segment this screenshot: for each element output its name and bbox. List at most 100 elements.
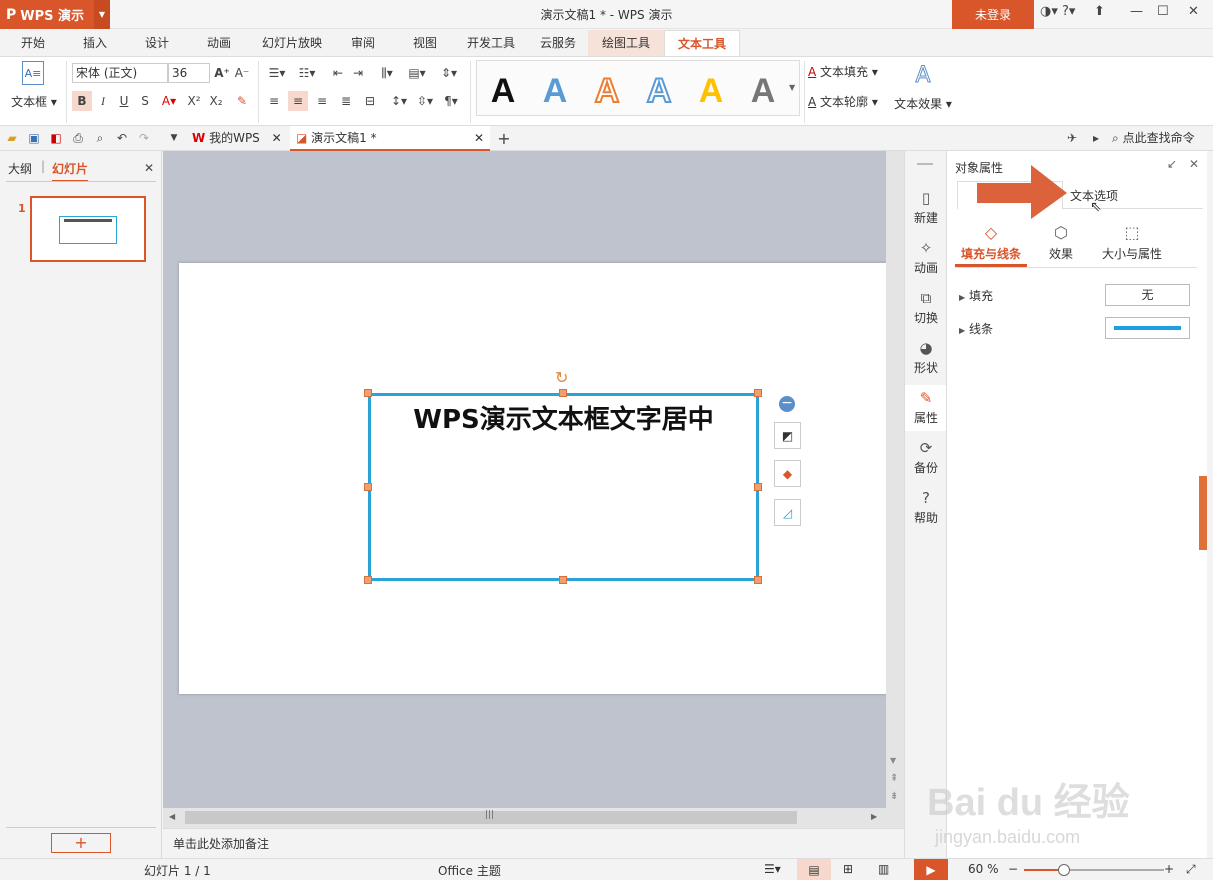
horizontal-scrollbar[interactable]: ◀ ||| ▶ bbox=[163, 808, 886, 828]
resize-handle[interactable] bbox=[559, 576, 567, 584]
help-icon[interactable]: ?▾ bbox=[1062, 4, 1075, 24]
tab-review[interactable]: 审阅 bbox=[338, 30, 388, 56]
grow-font-icon[interactable]: A⁺ bbox=[212, 63, 232, 83]
text-outline-button[interactable]: A 文本轮廓 ▾ bbox=[808, 93, 878, 110]
tab-animation[interactable]: 动画 bbox=[194, 30, 244, 56]
upload-icon[interactable]: ⬆ bbox=[1094, 4, 1105, 24]
style-blue-outline[interactable]: A bbox=[639, 71, 679, 111]
tab-slideshow[interactable]: 幻灯片放映 bbox=[256, 30, 328, 56]
scroll-thumb[interactable]: ||| bbox=[185, 810, 797, 824]
slide-sorter-icon[interactable]: ⊞ bbox=[843, 862, 853, 876]
sidebar-animation[interactable]: ✧ 动画 bbox=[905, 235, 947, 281]
close-icon[interactable]: ✕ bbox=[1188, 4, 1199, 24]
export-pdf-icon[interactable]: ◧ bbox=[46, 128, 66, 148]
line-spacing-icon[interactable]: ↕▾ bbox=[386, 91, 412, 111]
font-size-select[interactable]: 36 bbox=[168, 63, 210, 83]
app-menu-dropdown-icon[interactable]: ▼ bbox=[94, 0, 110, 29]
align-right-icon[interactable]: ≡ bbox=[312, 91, 332, 111]
tab-design[interactable]: 设计 bbox=[132, 30, 182, 56]
vertical-scrollbar[interactable]: ▼ ⇞ ⇟ bbox=[886, 151, 904, 828]
close-tab-icon[interactable]: ✕ bbox=[474, 126, 484, 151]
tab-outline[interactable]: 大纲 bbox=[8, 160, 32, 177]
style-blue[interactable]: A bbox=[535, 71, 575, 111]
style-gray[interactable]: A bbox=[743, 71, 783, 111]
superscript-icon[interactable]: X² bbox=[184, 91, 204, 111]
skin-icon[interactable]: ◑▾ bbox=[1040, 4, 1058, 24]
feedback-icon[interactable]: ▸ bbox=[1086, 128, 1106, 148]
align-center-icon[interactable]: ≡ bbox=[288, 91, 308, 111]
open-icon[interactable]: ▰ bbox=[2, 128, 22, 148]
maximize-icon[interactable]: ☐ bbox=[1157, 4, 1169, 24]
minimize-icon[interactable]: — bbox=[1130, 4, 1143, 24]
subtab-fill-line[interactable]: ◇ 填充与线条 bbox=[959, 223, 1023, 262]
notes-area[interactable]: 单击此处添加备注 bbox=[163, 828, 904, 858]
resize-handle[interactable] bbox=[754, 576, 762, 584]
zoom-in-icon[interactable]: + bbox=[1164, 862, 1174, 876]
fit-window-icon[interactable]: ⤢ bbox=[1186, 862, 1196, 877]
prev-slide-icon[interactable]: ⇞ bbox=[890, 773, 898, 784]
edit-shape-icon[interactable]: ◩ bbox=[774, 422, 801, 449]
save-icon[interactable]: ▣ bbox=[24, 128, 44, 148]
command-search[interactable]: ⌕ 点此查找命令 bbox=[1112, 126, 1212, 151]
bullets-icon[interactable]: ☰▾ bbox=[264, 63, 290, 83]
login-button[interactable]: 未登录 bbox=[952, 0, 1034, 29]
shadow-icon[interactable]: S bbox=[135, 91, 155, 111]
style-black[interactable]: A bbox=[483, 71, 523, 111]
print-icon[interactable]: ⎙ bbox=[68, 128, 88, 148]
fill-bucket-icon[interactable]: ◆ bbox=[774, 460, 801, 487]
next-slide-icon[interactable]: ⇟ bbox=[890, 791, 898, 802]
underline-icon[interactable]: U bbox=[114, 91, 134, 111]
zoom-level[interactable]: 60 % bbox=[968, 862, 999, 876]
text-fill-button[interactable]: A 文本填充 ▾ bbox=[808, 63, 878, 80]
close-tab-icon[interactable]: ✕ bbox=[272, 131, 282, 145]
sidebar-shapes[interactable]: ◕ 形状 bbox=[905, 335, 947, 381]
italic-icon[interactable]: I bbox=[93, 91, 113, 111]
justify-icon[interactable]: ≣ bbox=[336, 91, 356, 111]
new-tab-icon[interactable]: + bbox=[494, 128, 514, 148]
distribute-icon[interactable]: ⊟ bbox=[360, 91, 380, 111]
pin-icon[interactable]: ✈ bbox=[1062, 128, 1082, 148]
tab-drawing-tools[interactable]: 绘图工具 bbox=[588, 30, 664, 56]
align-left-icon[interactable]: ≡ bbox=[264, 91, 284, 111]
gallery-more-icon[interactable]: ▼ bbox=[789, 83, 795, 92]
tab-slides[interactable]: 幻灯片 bbox=[52, 160, 89, 182]
tab-cloud[interactable]: 云服务 bbox=[530, 30, 586, 56]
font-name-select[interactable]: 宋体 (正文) bbox=[72, 63, 168, 83]
fill-section-toggle[interactable]: ▶ 填充 bbox=[959, 287, 993, 304]
scroll-right-icon[interactable]: ▶ bbox=[871, 812, 877, 821]
tab-document[interactable]: ◪ 演示文稿1 * ✕ bbox=[290, 126, 490, 151]
resize-handle[interactable] bbox=[754, 389, 762, 397]
notes-toggle-icon[interactable]: ☰▾ bbox=[764, 862, 781, 876]
add-slide-button[interactable]: + bbox=[51, 833, 111, 853]
text-effect-button[interactable]: A 文本效果 ▾ bbox=[893, 63, 953, 112]
bold-icon[interactable]: B bbox=[72, 91, 92, 111]
zoom-slider-track[interactable] bbox=[1024, 864, 1164, 876]
undo-icon[interactable]: ↶ bbox=[112, 128, 132, 148]
paragraph-spacing-icon[interactable]: ⇳▾ bbox=[412, 91, 438, 111]
selected-textbox[interactable]: WPS演示文本框文字居中 bbox=[368, 393, 759, 581]
scroll-down-icon[interactable]: ▼ bbox=[890, 756, 896, 765]
tab-insert[interactable]: 插入 bbox=[70, 30, 120, 56]
subtab-size-properties[interactable]: ⬚ 大小与属性 bbox=[1095, 223, 1169, 262]
tab-view[interactable]: 视图 bbox=[400, 30, 450, 56]
line-section-toggle[interactable]: ▶ 线条 bbox=[959, 320, 993, 337]
fill-value-select[interactable]: 无 bbox=[1105, 284, 1190, 306]
print-preview-icon[interactable]: ⌕ bbox=[90, 128, 110, 148]
scroll-left-icon[interactable]: ◀ bbox=[169, 812, 175, 821]
clear-format-icon[interactable]: ✎ bbox=[232, 91, 252, 111]
tab-home[interactable]: 开始 bbox=[8, 30, 58, 56]
resize-handle[interactable] bbox=[364, 483, 372, 491]
sidebar-backup[interactable]: ⟳ 备份 bbox=[905, 435, 947, 481]
resize-handle[interactable] bbox=[364, 576, 372, 584]
sidebar-new[interactable]: ▯ 新建 bbox=[905, 185, 947, 231]
close-panel-icon[interactable]: ✕ bbox=[139, 158, 159, 178]
app-menu-button[interactable]: P WPS 演示 ▼ bbox=[0, 0, 110, 29]
collapse-toolbar-icon[interactable]: − bbox=[779, 396, 795, 412]
zoom-out-icon[interactable]: − bbox=[1008, 862, 1018, 876]
textbox-button[interactable]: A≡ 文本框 ▾ bbox=[6, 61, 62, 121]
reading-view-icon[interactable]: ▥ bbox=[878, 862, 889, 876]
tab-developer[interactable]: 开发工具 bbox=[460, 30, 522, 56]
shrink-font-icon[interactable]: A⁻ bbox=[232, 63, 252, 83]
notes-placeholder[interactable]: 单击此处添加备注 bbox=[173, 835, 269, 852]
resize-handle[interactable] bbox=[364, 389, 372, 397]
